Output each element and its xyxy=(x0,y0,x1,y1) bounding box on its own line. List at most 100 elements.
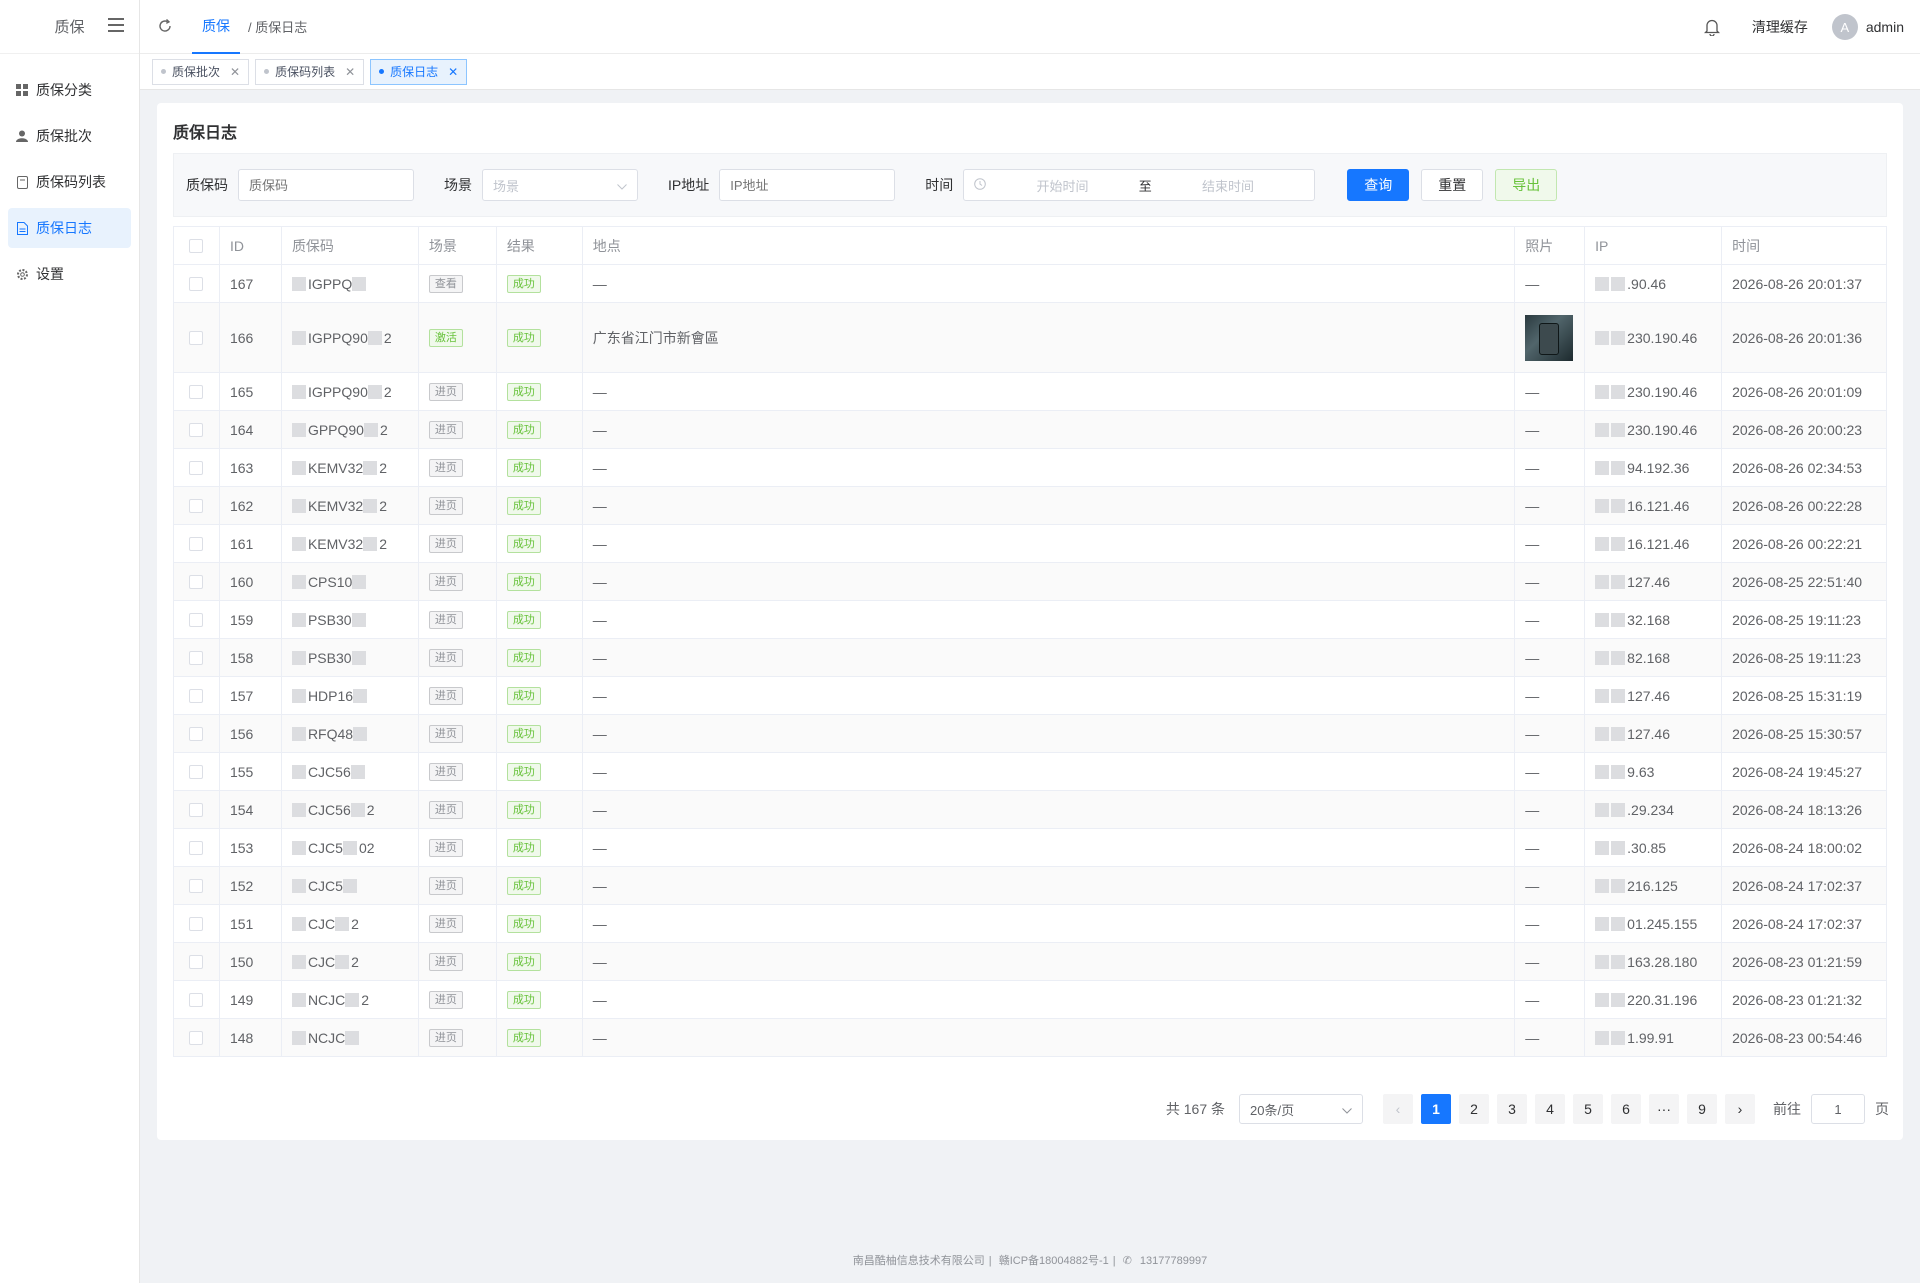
row-checkbox[interactable] xyxy=(189,650,204,665)
cell-time: 2026-08-25 15:30:57 xyxy=(1722,715,1887,752)
scene-select[interactable]: 场景 xyxy=(482,169,638,201)
redacted-block xyxy=(1595,612,1610,627)
sidebar-item-batch[interactable]: 质保批次 xyxy=(8,116,131,156)
scene-tag: 进页 xyxy=(428,496,463,515)
row-checkbox[interactable] xyxy=(189,764,204,779)
result-tag: 成功 xyxy=(506,458,541,477)
redacted-block xyxy=(291,1030,306,1045)
cell-result: 成功 xyxy=(497,753,583,790)
row-checkbox[interactable] xyxy=(189,536,204,551)
page-button-5[interactable]: 5 xyxy=(1573,1094,1603,1124)
page-button-4[interactable]: 4 xyxy=(1535,1094,1565,1124)
photo-thumbnail[interactable] xyxy=(1525,314,1574,361)
cell-id: 160 xyxy=(220,563,282,600)
pagination: 共 167 条 20条/页 ‹ 1 2 3 4 5 6 ··· 9 › 前往 页 xyxy=(1166,1093,1889,1125)
footer-icp[interactable]: 赣ICP备18004882号-1 xyxy=(999,1255,1109,1267)
row-checkbox[interactable] xyxy=(189,802,204,817)
table-row: 160 CPS10 进页 成功 — — 127.46 2026-08-25 22:51:40 xyxy=(174,563,1887,601)
cell-ip-text: 94.192.36 xyxy=(1627,459,1690,476)
breadcrumb-root[interactable]: 质保 xyxy=(192,0,240,54)
cell-ip-text: 127.46 xyxy=(1627,573,1670,590)
cell-location: — xyxy=(583,791,1516,828)
redacted-block xyxy=(291,992,306,1007)
row-checkbox[interactable] xyxy=(189,840,204,855)
cell-ip-text: 16.121.46 xyxy=(1627,497,1690,514)
sidebar-item-code-list[interactable]: 质保码列表 xyxy=(8,162,131,202)
page-button-3[interactable]: 3 xyxy=(1497,1094,1527,1124)
row-checkbox[interactable] xyxy=(189,878,204,893)
ip-input[interactable] xyxy=(719,169,896,201)
prev-page-button[interactable]: ‹ xyxy=(1383,1094,1413,1124)
page-button-6[interactable]: 6 xyxy=(1611,1094,1641,1124)
redacted-block xyxy=(367,384,382,399)
row-checkbox[interactable] xyxy=(189,688,204,703)
menu-toggle-icon[interactable] xyxy=(108,18,124,34)
row-checkbox[interactable] xyxy=(189,330,204,345)
page-button-2[interactable]: 2 xyxy=(1459,1094,1489,1124)
cell-code: NCJC 2 xyxy=(282,981,419,1018)
sidebar-item-settings[interactable]: 设置 xyxy=(8,254,131,294)
sidebar-item-category[interactable]: 质保分类 xyxy=(8,70,131,110)
tab-batch[interactable]: 质保批次 ✕ xyxy=(152,58,250,85)
row-checkbox[interactable] xyxy=(189,916,204,931)
cell-scene: 进页 xyxy=(419,373,497,410)
tab-log[interactable]: 质保日志 ✕ xyxy=(370,58,468,85)
close-icon[interactable]: ✕ xyxy=(345,65,355,79)
redacted-block xyxy=(291,460,306,475)
redacted-block xyxy=(291,330,306,345)
cell-id: 149 xyxy=(220,981,282,1018)
end-time-input[interactable]: 结束时间 xyxy=(1152,176,1305,195)
cell-result: 成功 xyxy=(497,265,583,302)
sidebar-item-log[interactable]: 质保日志 xyxy=(8,208,131,248)
cell-code-tail: 2 xyxy=(383,383,392,400)
page-button-9[interactable]: 9 xyxy=(1687,1094,1717,1124)
page-size-value: 20条/页 xyxy=(1250,1102,1295,1118)
export-button[interactable]: 导出 xyxy=(1495,169,1558,201)
refresh-icon[interactable] xyxy=(158,18,174,35)
redacted-block xyxy=(367,330,382,345)
sidebar-item-label: 质保码列表 xyxy=(36,174,106,190)
next-page-button[interactable]: › xyxy=(1725,1094,1755,1124)
row-checkbox[interactable] xyxy=(189,1030,204,1045)
tab-dot xyxy=(379,69,385,74)
row-checkbox[interactable] xyxy=(189,384,204,399)
reset-button[interactable]: 重置 xyxy=(1421,169,1484,201)
select-all-checkbox[interactable] xyxy=(189,238,204,253)
close-icon[interactable]: ✕ xyxy=(230,65,240,79)
redacted-block xyxy=(351,650,366,665)
row-checkbox[interactable] xyxy=(189,954,204,969)
cell-ip: 220.31.196 xyxy=(1585,981,1723,1018)
result-tag: 成功 xyxy=(506,800,541,819)
date-range-picker[interactable]: 开始时间 至 结束时间 xyxy=(963,169,1316,201)
scene-tag: 进页 xyxy=(428,648,463,667)
page-button-1[interactable]: 1 xyxy=(1421,1094,1451,1124)
cell-code: CJC56 xyxy=(282,753,419,790)
close-icon[interactable]: ✕ xyxy=(448,65,458,79)
redacted-block xyxy=(1611,574,1626,589)
code-input[interactable] xyxy=(238,169,414,201)
cell-photo-text: — xyxy=(1525,573,1540,590)
row-checkbox[interactable] xyxy=(189,276,204,291)
scene-tag: 进页 xyxy=(428,572,463,591)
redacted-block xyxy=(351,612,366,627)
row-checkbox[interactable] xyxy=(189,726,204,741)
row-checkbox[interactable] xyxy=(189,992,204,1007)
row-checkbox[interactable] xyxy=(189,460,204,475)
clear-cache-button[interactable]: 清理缓存 xyxy=(1752,17,1808,37)
page-size-select[interactable]: 20条/页 xyxy=(1239,1094,1363,1124)
bell-icon[interactable] xyxy=(1703,18,1722,37)
clock-icon xyxy=(974,177,987,193)
tab-code-list[interactable]: 质保码列表 ✕ xyxy=(255,58,365,85)
start-time-input[interactable]: 开始时间 xyxy=(986,176,1139,195)
row-checkbox[interactable] xyxy=(189,498,204,513)
goto-page-input[interactable] xyxy=(1811,1094,1865,1124)
row-select-cell xyxy=(174,905,220,942)
row-checkbox[interactable] xyxy=(189,574,204,589)
cell-photo-text: — xyxy=(1525,763,1540,780)
page-ellipsis-button[interactable]: ··· xyxy=(1649,1094,1679,1124)
row-checkbox[interactable] xyxy=(189,612,204,627)
row-checkbox[interactable] xyxy=(189,422,204,437)
username[interactable]: admin xyxy=(1866,19,1904,35)
avatar[interactable]: A xyxy=(1831,14,1858,40)
query-button[interactable]: 查询 xyxy=(1347,169,1410,201)
